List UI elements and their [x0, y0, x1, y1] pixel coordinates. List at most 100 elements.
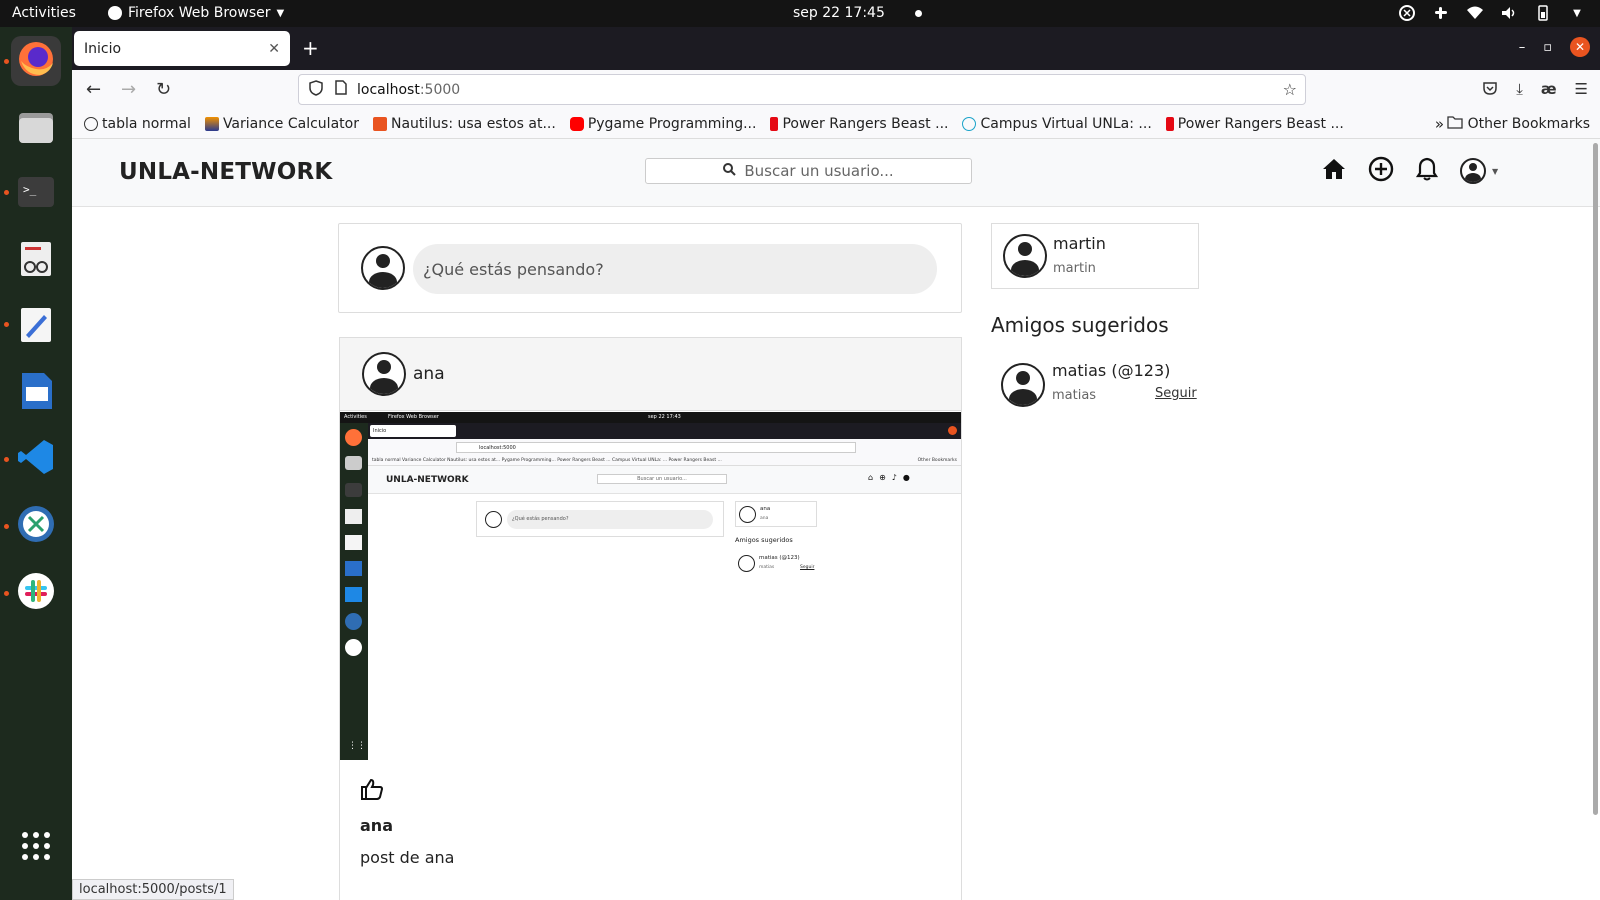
writer-icon — [16, 371, 56, 415]
running-indicator — [4, 190, 9, 195]
dock-files[interactable] — [11, 104, 61, 154]
bookmark-item[interactable]: Power Rangers Beast ... — [770, 116, 948, 132]
compose-input[interactable]: ¿Qué estás pensando? — [413, 244, 937, 294]
dock-document-viewer[interactable] — [11, 236, 61, 286]
system-tray[interactable]: ▼ — [1398, 4, 1586, 22]
campus-favicon — [962, 116, 977, 131]
site-nav-icons: ▼ — [1322, 156, 1498, 186]
other-bookmarks[interactable]: Other Bookmarks — [1446, 115, 1590, 133]
chevron-more-icon[interactable]: » — [1435, 115, 1444, 133]
ubuntu-favicon — [372, 116, 387, 131]
suggested-friends-title: Amigos sugeridos — [991, 313, 1169, 337]
bookmark-star-icon[interactable]: ☆ — [1283, 80, 1297, 99]
user-search-input[interactable]: Buscar un usuario... — [645, 158, 972, 184]
reload-icon[interactable]: ↻ — [156, 79, 171, 100]
post-author[interactable]: ana — [413, 364, 445, 384]
running-indicator — [4, 591, 9, 596]
volume-icon[interactable] — [1500, 4, 1518, 22]
url-bar[interactable]: localhost:5000 ☆ — [298, 74, 1306, 105]
forward-arrow-icon[interactable]: → — [121, 79, 136, 100]
tab-inicio[interactable]: Inicio ✕ — [74, 31, 290, 66]
back-arrow-icon[interactable]: ← — [86, 79, 101, 100]
suggested-name[interactable]: matias (@123) — [1052, 361, 1170, 380]
avatar — [362, 352, 406, 396]
post-text: post de ana — [360, 848, 455, 867]
dock-terminal[interactable]: >_ — [11, 170, 61, 220]
document-viewer-icon — [16, 239, 56, 283]
slack-tray-icon[interactable] — [1432, 4, 1450, 22]
window-close-icon[interactable]: ✕ — [1570, 37, 1590, 57]
post-image[interactable]: Activities Firefox Web Browser sep 22 17… — [340, 412, 961, 760]
dock-vscode[interactable] — [11, 434, 61, 484]
bookmark-item[interactable]: Variance Calculator — [204, 116, 359, 132]
url-host: localhost — [357, 81, 420, 98]
battery-icon[interactable] — [1534, 4, 1552, 22]
tab-close-icon[interactable]: ✕ — [268, 41, 280, 57]
nested-app-grid-icon: ⋮⋮ — [348, 741, 366, 751]
app-menu[interactable]: Firefox Web Browser ▼ — [108, 5, 284, 21]
page-content: UNLA-NETWORK Buscar un usuario... ▼ ¿Qué… — [72, 139, 1600, 900]
nested-clock: sep 22 17:43 — [648, 414, 681, 420]
bookmark-item[interactable]: Nautilus: usa estos at... — [372, 116, 556, 132]
tab-bar: Inicio ✕ + – ▫ ✕ — [72, 27, 1600, 70]
firefox-window: Inicio ✕ + – ▫ ✕ ← → ↻ localhost:5000 ☆ … — [72, 27, 1600, 900]
svg-text:>_: >_ — [23, 183, 37, 196]
maximize-icon[interactable]: ▫ — [1543, 40, 1552, 55]
bookmark-item[interactable]: Pygame Programming... — [569, 116, 756, 132]
system-menu-caret-icon[interactable]: ▼ — [1568, 4, 1586, 22]
nested-profile-user: ana — [760, 516, 769, 521]
new-tab-button[interactable]: + — [302, 36, 319, 60]
dock-writer[interactable] — [11, 368, 61, 418]
activities-button[interactable]: Activities — [12, 5, 76, 21]
post-username[interactable]: ana — [360, 816, 393, 835]
add-post-icon[interactable] — [1368, 156, 1394, 186]
bookmark-label: Campus Virtual UNLa: ... — [980, 115, 1152, 132]
profile-card[interactable]: martin martin — [991, 223, 1199, 289]
extension-ae-icon[interactable]: æ — [1541, 80, 1557, 100]
bookmark-item[interactable]: Power Rangers Beast ... — [1165, 115, 1344, 132]
avatar — [361, 246, 405, 290]
profile-username: martin — [1053, 261, 1096, 276]
firefox-icon — [16, 39, 56, 83]
bookmark-item[interactable]: Campus Virtual UNLa: ... — [962, 115, 1152, 132]
search-icon — [723, 162, 737, 180]
follow-button[interactable]: Seguir — [1155, 386, 1197, 401]
nested-remote-icon — [345, 613, 362, 630]
bookmark-item[interactable]: tabla normal — [84, 116, 191, 132]
remote-desktop-tray-icon[interactable] — [1398, 4, 1416, 22]
post-header: ana — [340, 338, 961, 411]
brand-logo[interactable]: UNLA-NETWORK — [119, 159, 332, 185]
nav-bar: ← → ↻ localhost:5000 ☆ ⤓ æ ☰ — [72, 70, 1600, 109]
dock-firefox[interactable] — [11, 36, 61, 86]
wifi-icon[interactable] — [1466, 4, 1484, 22]
url-port: :5000 — [419, 81, 461, 98]
nested-dock: ⋮⋮ — [340, 423, 368, 760]
downloads-icon[interactable]: ⤓ — [1516, 80, 1523, 100]
like-thumbs-up-icon[interactable] — [360, 778, 384, 804]
app-menu-label: Firefox Web Browser — [128, 5, 271, 21]
page-icon[interactable] — [335, 80, 347, 99]
pocket-icon[interactable] — [1482, 80, 1498, 100]
shield-icon[interactable] — [309, 79, 323, 100]
bookmark-label: Power Rangers Beast ... — [1177, 115, 1344, 132]
globe-icon — [84, 116, 98, 131]
clock[interactable]: sep 22 17:45 — [793, 5, 923, 21]
user-menu[interactable]: ▼ — [1460, 158, 1498, 184]
files-icon — [16, 107, 56, 151]
avatar — [1001, 363, 1045, 407]
dock-slack[interactable] — [11, 568, 61, 618]
dock-text-editor[interactable] — [11, 302, 61, 352]
minimize-icon[interactable]: – — [1519, 40, 1526, 55]
nested-suggested-title: Amigos sugeridos — [735, 536, 793, 544]
caret-down-icon: ▼ — [276, 7, 285, 19]
hamburger-menu-icon[interactable]: ☰ — [1575, 80, 1588, 100]
nested-search: Buscar un usuario... — [597, 474, 727, 484]
dock-remote-desktop[interactable] — [11, 501, 61, 551]
show-applications-button[interactable] — [11, 823, 61, 873]
nested-brand: UNLA-NETWORK — [386, 475, 469, 485]
home-icon[interactable] — [1322, 158, 1346, 184]
nested-profile: ana ana — [735, 501, 817, 527]
page-scrollbar[interactable] — [1593, 143, 1598, 815]
bell-icon[interactable] — [1415, 157, 1439, 185]
nested-avatar — [485, 511, 502, 528]
